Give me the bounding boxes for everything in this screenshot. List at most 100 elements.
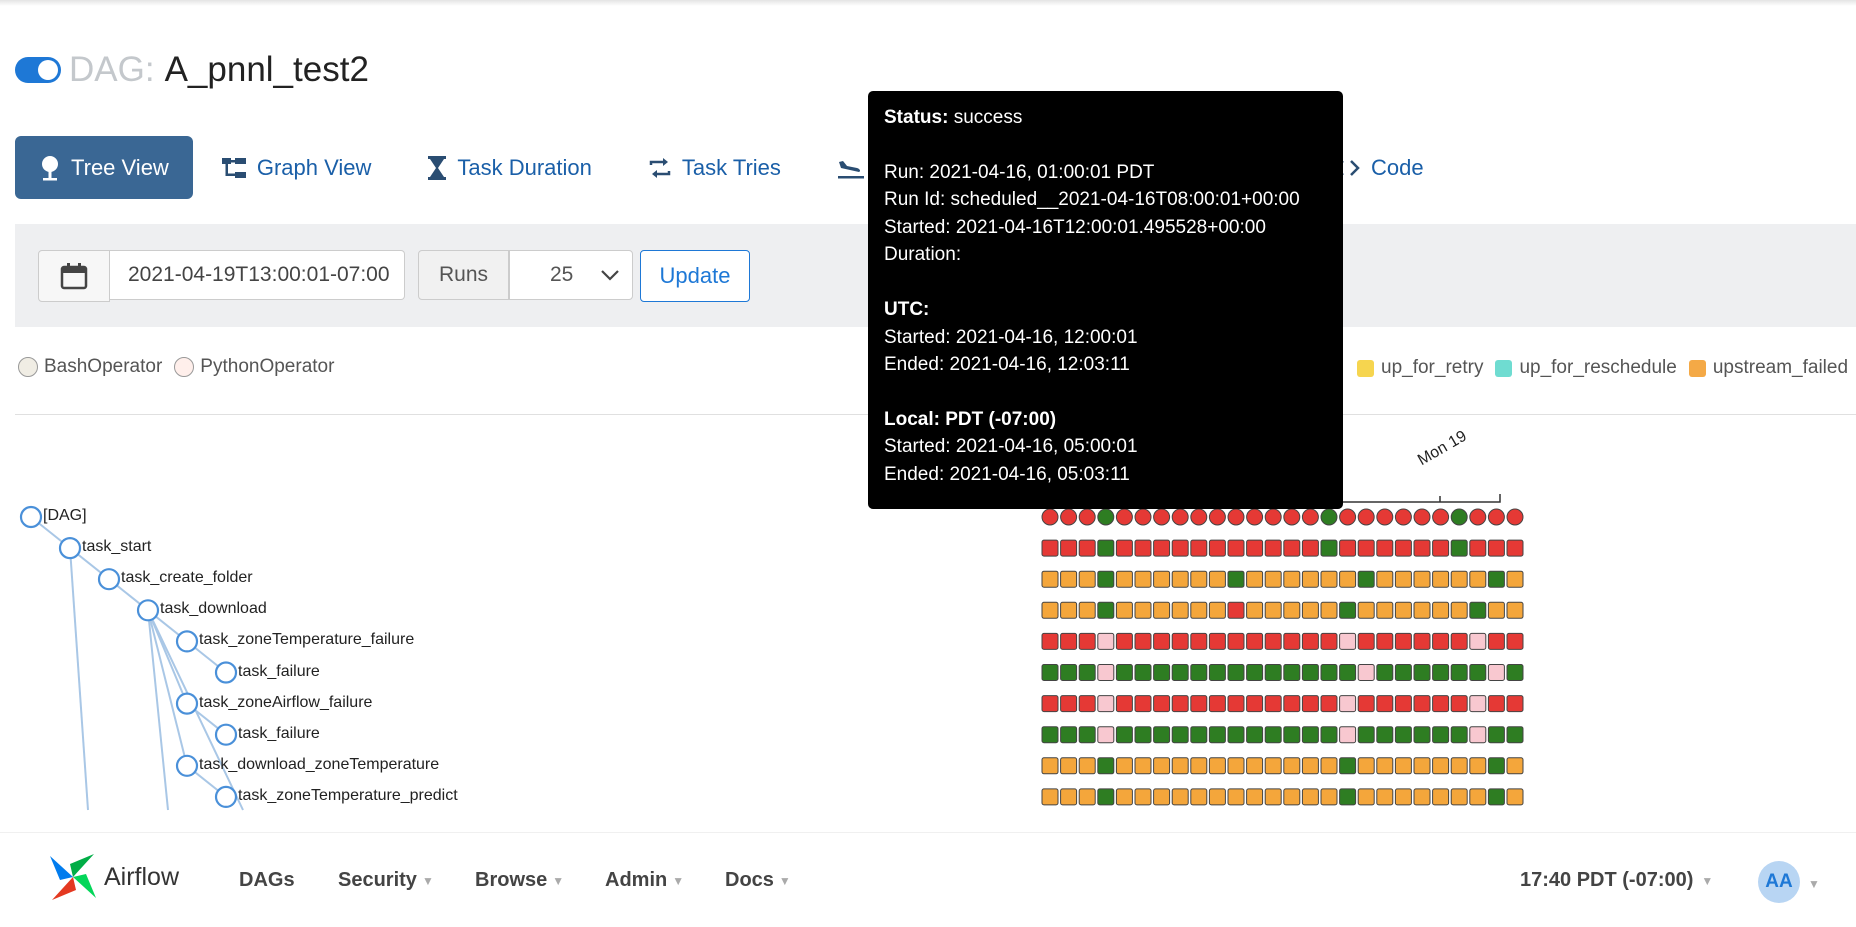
tree-node[interactable] bbox=[175, 754, 199, 777]
task-instance-status[interactable] bbox=[1078, 695, 1096, 713]
task-instance-status[interactable] bbox=[1376, 695, 1394, 713]
task-instance-status[interactable] bbox=[1301, 601, 1319, 619]
task-instance-status[interactable] bbox=[1115, 570, 1133, 588]
task-instance-status[interactable] bbox=[1283, 632, 1301, 650]
task-instance-status[interactable] bbox=[1487, 664, 1505, 681]
task-instance-status[interactable] bbox=[1469, 757, 1487, 775]
task-instance-status[interactable] bbox=[1060, 695, 1078, 713]
task-instance-status[interactable] bbox=[1246, 601, 1264, 619]
task-instance-status[interactable] bbox=[1227, 601, 1245, 619]
dag-run-status[interactable] bbox=[1376, 508, 1394, 526]
task-instance-status[interactable] bbox=[1097, 726, 1115, 744]
task-instance-status[interactable] bbox=[1153, 726, 1171, 744]
task-instance-status[interactable] bbox=[1283, 570, 1301, 588]
task-instance-status[interactable] bbox=[1171, 632, 1189, 650]
task-instance-status[interactable] bbox=[1078, 632, 1096, 650]
tree-node-label[interactable]: task_download_zoneTemperature bbox=[199, 756, 439, 774]
task-instance-status[interactable] bbox=[1153, 757, 1171, 775]
task-instance-status[interactable] bbox=[1376, 632, 1394, 650]
dag-run-status[interactable] bbox=[1060, 508, 1078, 526]
task-instance-status[interactable] bbox=[1041, 601, 1059, 619]
task-instance-status[interactable] bbox=[1357, 726, 1375, 744]
task-instance-status[interactable] bbox=[1097, 757, 1115, 775]
task-instance-status[interactable] bbox=[1394, 601, 1412, 619]
dag-run-status[interactable] bbox=[1246, 508, 1264, 526]
task-instance-status[interactable] bbox=[1450, 726, 1468, 744]
dag-run-status[interactable] bbox=[1115, 508, 1133, 526]
task-instance-status[interactable] bbox=[1153, 601, 1171, 619]
task-instance-status[interactable] bbox=[1394, 632, 1412, 650]
tab-task-tries[interactable]: Task Tries bbox=[620, 136, 809, 199]
tree-node-label[interactable]: task_zoneTemperature_predict bbox=[238, 787, 458, 805]
task-instance-status[interactable] bbox=[1097, 788, 1115, 806]
task-instance-status[interactable] bbox=[1153, 539, 1171, 557]
nav-docs[interactable]: Docs ▼ bbox=[725, 869, 791, 892]
task-instance-status[interactable] bbox=[1153, 788, 1171, 806]
task-instance-status[interactable] bbox=[1171, 570, 1189, 588]
task-instance-status[interactable] bbox=[1078, 788, 1096, 806]
tree-node[interactable] bbox=[58, 536, 82, 560]
task-instance-status[interactable] bbox=[1246, 757, 1264, 775]
task-instance-status[interactable] bbox=[1078, 601, 1096, 619]
tab-tree-view[interactable]: Tree View bbox=[15, 136, 193, 199]
dag-run-status[interactable] bbox=[1506, 508, 1524, 526]
task-instance-status[interactable] bbox=[1246, 632, 1264, 650]
task-instance-status[interactable] bbox=[1394, 695, 1412, 713]
dag-run-status[interactable] bbox=[1227, 508, 1245, 526]
task-instance-status[interactable] bbox=[1208, 664, 1226, 681]
task-instance-status[interactable] bbox=[1060, 539, 1078, 557]
task-instance-status[interactable] bbox=[1339, 539, 1357, 557]
task-instance-status[interactable] bbox=[1208, 601, 1226, 619]
task-instance-status[interactable] bbox=[1487, 601, 1505, 619]
task-instance-status[interactable] bbox=[1190, 757, 1208, 775]
task-instance-status[interactable] bbox=[1487, 726, 1505, 744]
task-instance-status[interactable] bbox=[1190, 788, 1208, 806]
task-instance-status[interactable] bbox=[1208, 539, 1226, 557]
task-instance-status[interactable] bbox=[1320, 570, 1338, 588]
dag-run-status[interactable] bbox=[1339, 508, 1357, 526]
task-instance-status[interactable] bbox=[1506, 539, 1524, 557]
nav-security[interactable]: Security ▼ bbox=[338, 869, 434, 892]
task-instance-status[interactable] bbox=[1506, 664, 1524, 681]
task-instance-status[interactable] bbox=[1320, 695, 1338, 713]
task-instance-status[interactable] bbox=[1134, 601, 1152, 619]
dag-run-status[interactable] bbox=[1283, 508, 1301, 526]
task-instance-status[interactable] bbox=[1060, 788, 1078, 806]
task-instance-status[interactable] bbox=[1115, 632, 1133, 650]
task-instance-status[interactable] bbox=[1469, 726, 1487, 744]
task-instance-status[interactable] bbox=[1264, 601, 1282, 619]
timezone-clock[interactable]: 17:40 PDT (-07:00) ▼ bbox=[1520, 869, 1713, 892]
task-instance-status[interactable] bbox=[1115, 726, 1133, 744]
task-instance-status[interactable] bbox=[1394, 788, 1412, 806]
task-instance-status[interactable] bbox=[1283, 726, 1301, 744]
task-instance-status[interactable] bbox=[1078, 570, 1096, 588]
task-instance-status[interactable] bbox=[1115, 695, 1133, 713]
task-instance-status[interactable] bbox=[1357, 570, 1375, 588]
task-instance-status[interactable] bbox=[1097, 664, 1115, 681]
task-instance-status[interactable] bbox=[1134, 539, 1152, 557]
task-instance-status[interactable] bbox=[1208, 695, 1226, 713]
task-instance-status[interactable] bbox=[1432, 539, 1450, 557]
task-instance-status[interactable] bbox=[1301, 695, 1319, 713]
task-instance-status[interactable] bbox=[1413, 757, 1431, 775]
task-instance-status[interactable] bbox=[1171, 695, 1189, 713]
task-instance-status[interactable] bbox=[1208, 570, 1226, 588]
task-instance-status[interactable] bbox=[1041, 788, 1059, 806]
dag-run-status[interactable] bbox=[1487, 508, 1505, 526]
tree-node[interactable] bbox=[175, 630, 199, 653]
task-instance-status[interactable] bbox=[1134, 695, 1152, 713]
task-instance-status[interactable] bbox=[1301, 570, 1319, 588]
task-instance-status[interactable] bbox=[1264, 695, 1282, 713]
task-instance-status[interactable] bbox=[1078, 539, 1096, 557]
task-instance-status[interactable] bbox=[1301, 539, 1319, 557]
task-instance-status[interactable] bbox=[1115, 788, 1133, 806]
task-instance-status[interactable] bbox=[1432, 695, 1450, 713]
task-instance-status[interactable] bbox=[1506, 788, 1524, 806]
task-instance-status[interactable] bbox=[1413, 570, 1431, 588]
tree-node-label[interactable]: task_zoneTemperature_failure bbox=[199, 631, 414, 649]
task-instance-status[interactable] bbox=[1060, 632, 1078, 650]
dag-run-status[interactable] bbox=[1041, 508, 1059, 526]
task-instance-status[interactable] bbox=[1450, 788, 1468, 806]
task-instance-status[interactable] bbox=[1506, 570, 1524, 588]
task-instance-status[interactable] bbox=[1357, 757, 1375, 775]
